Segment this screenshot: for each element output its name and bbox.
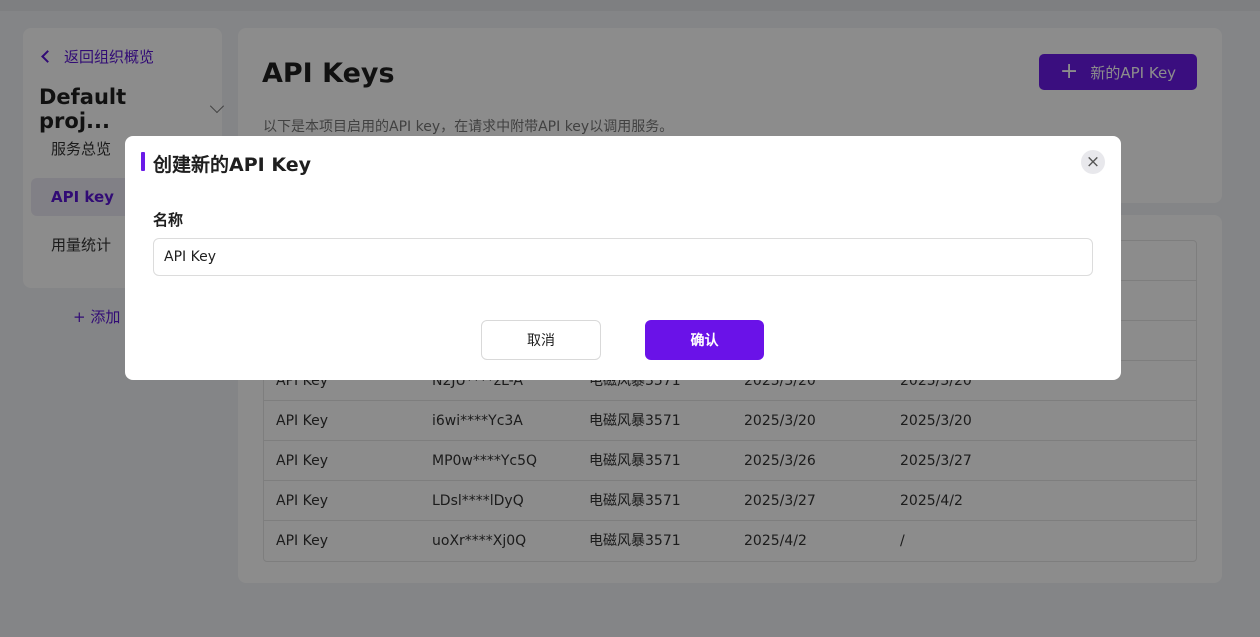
title-accent-bar bbox=[141, 152, 145, 171]
confirm-button[interactable]: 确认 bbox=[645, 320, 764, 360]
create-api-key-modal: 创建新的API Key × 名称 取消 确认 bbox=[125, 136, 1121, 380]
name-input[interactable] bbox=[153, 238, 1093, 276]
modal-title: 创建新的API Key bbox=[153, 154, 311, 176]
cancel-button[interactable]: 取消 bbox=[481, 320, 601, 360]
name-field-label: 名称 bbox=[153, 211, 184, 229]
close-icon[interactable]: × bbox=[1081, 150, 1105, 174]
